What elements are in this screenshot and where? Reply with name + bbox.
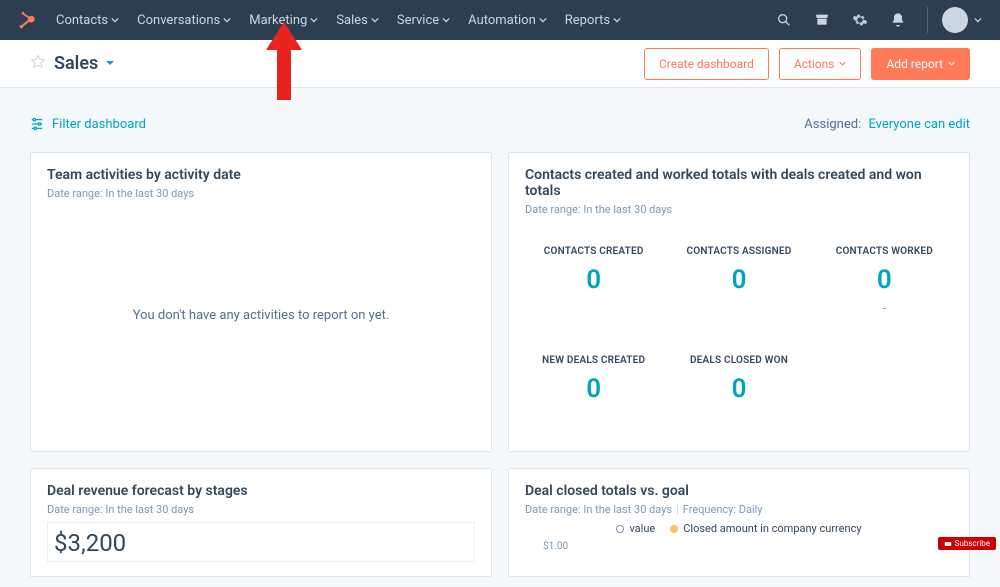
card-closed-vs-goal[interactable]: Deal closed totals vs. goal Date range: …	[508, 468, 970, 577]
nav-automation[interactable]: Automation	[468, 13, 547, 28]
create-dashboard-button[interactable]: Create dashboard	[644, 48, 769, 80]
metrics-row1: CONTACTS CREATED 0 CONTACTS ASSIGNED 0 C…	[525, 216, 953, 315]
chart-legend: value Closed amount in company currency	[525, 522, 953, 535]
nav-conversations[interactable]: Conversations	[137, 13, 231, 28]
card-date-range: Date range: In the last 30 days|Frequenc…	[525, 503, 953, 516]
forecast-chart: $3,200	[47, 522, 475, 562]
settings-gear-icon[interactable]	[851, 11, 869, 29]
card-title: Deal closed totals vs. goal	[525, 483, 953, 499]
account-menu[interactable]	[927, 7, 982, 33]
assigned-label: Assigned:	[804, 117, 861, 132]
filter-label: Filter dashboard	[52, 117, 146, 132]
nav-items: Contacts Conversations Marketing Sales S…	[56, 13, 621, 28]
card-date-range: Date range: In the last 30 days	[47, 503, 475, 516]
nav-service[interactable]: Service	[397, 13, 450, 28]
y-axis-tick: $1.00	[543, 541, 953, 552]
metric-new-deals-created: NEW DEALS CREATED 0	[525, 355, 662, 404]
nav-right	[775, 7, 982, 33]
hubspot-logo-icon[interactable]	[18, 10, 38, 30]
actions-button[interactable]: Actions	[779, 48, 862, 80]
dashboard-switch-caret-icon[interactable]	[104, 54, 116, 73]
subscribe-badge[interactable]: Subscribe	[938, 537, 996, 550]
dashboard-grid: Team activities by activity date Date ra…	[0, 142, 1000, 587]
page-header: Sales Create dashboard Actions Add repor…	[0, 40, 1000, 88]
add-report-button[interactable]: Add report	[871, 48, 970, 80]
marketplace-icon[interactable]	[813, 11, 831, 29]
filter-row: Filter dashboard Assigned: Everyone can …	[0, 106, 1000, 142]
nav-marketing[interactable]: Marketing	[249, 13, 318, 28]
forecast-value: $3,200	[54, 529, 474, 557]
dashboard-title[interactable]: Sales	[54, 53, 98, 74]
metric-contacts-created: CONTACTS CREATED 0	[525, 246, 662, 315]
legend-value: value	[616, 522, 655, 535]
card-title: Contacts created and worked totals with …	[525, 167, 953, 199]
metrics-row2: NEW DEALS CREATED 0 DEALS CLOSED WON 0	[525, 315, 953, 404]
top-nav: Contacts Conversations Marketing Sales S…	[0, 0, 1000, 40]
metric-contacts-assigned: CONTACTS ASSIGNED 0	[670, 246, 807, 315]
chevron-down-icon	[974, 16, 982, 24]
card-contacts-deals[interactable]: Contacts created and worked totals with …	[508, 152, 970, 452]
nav-sales[interactable]: Sales	[336, 13, 379, 28]
notifications-bell-icon[interactable]	[889, 11, 907, 29]
assigned-value[interactable]: Everyone can edit	[868, 117, 970, 132]
card-revenue-forecast[interactable]: Deal revenue forecast by stages Date ran…	[30, 468, 492, 577]
card-empty-state: You don't have any activities to report …	[47, 200, 475, 430]
filter-dashboard-button[interactable]: Filter dashboard	[30, 117, 146, 132]
metric-deals-closed-won: DEALS CLOSED WON 0	[670, 355, 807, 404]
header-actions: Create dashboard Actions Add report	[644, 48, 970, 80]
nav-contacts[interactable]: Contacts	[56, 13, 119, 28]
card-title: Deal revenue forecast by stages	[47, 483, 475, 499]
card-date-range: Date range: In the last 30 days	[47, 187, 475, 200]
metric-contacts-worked: CONTACTS WORKED 0 -	[816, 246, 953, 315]
favorite-star-icon[interactable]	[30, 54, 46, 74]
card-title: Team activities by activity date	[47, 167, 475, 183]
legend-closed-amount: Closed amount in company currency	[670, 522, 861, 535]
card-date-range: Date range: In the last 30 days	[525, 203, 953, 216]
search-icon[interactable]	[775, 11, 793, 29]
avatar	[942, 7, 968, 33]
nav-reports[interactable]: Reports	[565, 13, 621, 28]
card-team-activities[interactable]: Team activities by activity date Date ra…	[30, 152, 492, 452]
filter-icon	[30, 117, 44, 131]
